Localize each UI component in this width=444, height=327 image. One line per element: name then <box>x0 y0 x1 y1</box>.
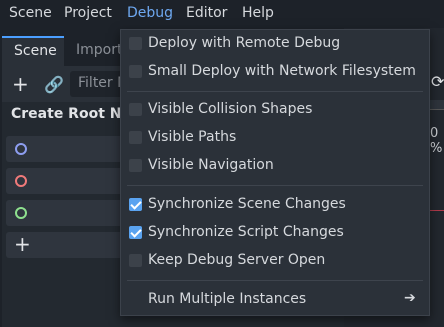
menu-item-label: Synchronize Scene Changes <box>148 196 346 212</box>
checkbox-checked[interactable] <box>129 226 142 239</box>
menu-item-visible-paths[interactable]: Visible Paths <box>121 125 429 151</box>
menu-item-sync-script[interactable]: Synchronize Script Changes <box>121 220 429 246</box>
checkbox[interactable] <box>129 37 142 50</box>
tab-scene[interactable]: Scene <box>2 36 64 66</box>
arrow-right-icon: ➔ <box>404 290 416 306</box>
zoom-readout: 0 % <box>430 126 443 156</box>
checkbox[interactable] <box>129 254 142 267</box>
menu-item-label: Run Multiple Instances <box>148 291 307 307</box>
checkbox[interactable] <box>129 131 142 144</box>
menu-item-sync-scene[interactable]: Synchronize Scene Changes <box>121 192 429 218</box>
checkbox[interactable] <box>129 159 142 172</box>
plus-icon: + <box>14 232 31 256</box>
node2d-icon <box>15 143 27 155</box>
checkbox-checked[interactable] <box>129 198 142 211</box>
menu-item-label: Small Deploy with Network Filesystem <box>148 63 416 79</box>
menu-help[interactable]: Help <box>242 5 274 21</box>
menu-item-label: Visible Navigation <box>148 157 274 173</box>
checkbox[interactable] <box>129 65 142 78</box>
axis-line <box>430 210 444 211</box>
control-icon <box>15 207 27 219</box>
menu-project[interactable]: Project <box>64 5 112 21</box>
tab-import[interactable]: Import <box>76 36 122 66</box>
menu-item-small-deploy[interactable]: Small Deploy with Network Filesystem <box>121 59 429 85</box>
node3d-icon <box>15 175 27 187</box>
menu-item-collision-shapes[interactable]: Visible Collision Shapes <box>121 97 429 123</box>
menu-item-label: Visible Collision Shapes <box>148 101 313 117</box>
menu-editor[interactable]: Editor <box>186 5 227 21</box>
menu-item-label: Keep Debug Server Open <box>148 252 326 268</box>
menu-bar: Scene Project Debug Editor Help <box>0 0 444 28</box>
menu-scene[interactable]: Scene <box>9 5 52 21</box>
add-node-icon[interactable]: + <box>12 74 29 94</box>
menu-item-visible-navigation[interactable]: Visible Navigation <box>121 153 429 179</box>
menu-debug[interactable]: Debug <box>127 5 173 21</box>
menu-item-remote-debug[interactable]: Deploy with Remote Debug <box>121 31 429 57</box>
menu-separator <box>127 91 423 92</box>
menu-separator <box>127 185 423 186</box>
menu-item-label: Deploy with Remote Debug <box>148 35 341 51</box>
menu-item-label: Visible Paths <box>148 129 237 145</box>
debug-menu: Deploy with Remote Debug Small Deploy wi… <box>120 29 430 316</box>
link-icon[interactable]: 🔗 <box>44 75 64 95</box>
menu-separator <box>127 280 423 281</box>
checkbox[interactable] <box>129 103 142 116</box>
menu-item-label: Synchronize Script Changes <box>148 224 344 240</box>
menu-item-run-multiple[interactable]: Run Multiple Instances ➔ <box>121 287 429 313</box>
menu-item-keep-debug-server[interactable]: Keep Debug Server Open <box>121 248 429 274</box>
rotate-icon[interactable]: ⟳ <box>431 72 444 91</box>
